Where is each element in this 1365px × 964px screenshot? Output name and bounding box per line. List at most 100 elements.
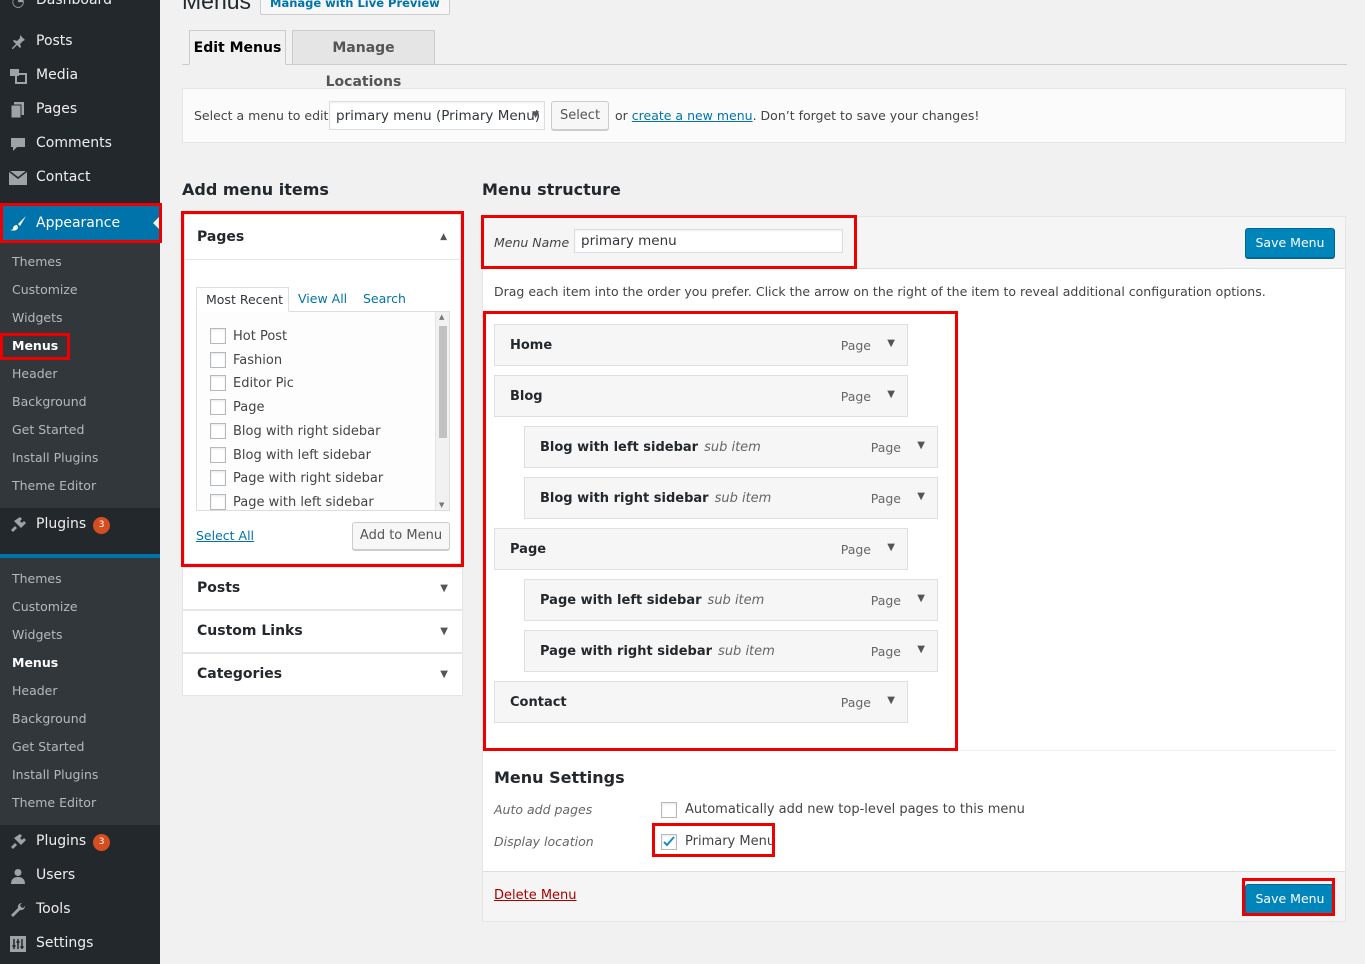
- tab-search[interactable]: Search: [363, 291, 406, 306]
- submenu-item-install-plugins[interactable]: Install Plugins: [12, 448, 98, 468]
- sidebar-item-pages[interactable]: Pages: [0, 93, 160, 127]
- submenu-item-widgets[interactable]: Widgets: [12, 308, 63, 328]
- menu-item[interactable]: Page with right sidebar sub item Page ▼: [524, 630, 938, 672]
- page-checkbox[interactable]: [210, 375, 226, 392]
- scroll-up-icon: ▲: [439, 313, 445, 321]
- submenu-item-install-plugins[interactable]: Install Plugins: [12, 765, 98, 785]
- submenu-item-customize[interactable]: Customize: [12, 597, 78, 617]
- menu-name-input[interactable]: primary menu: [574, 229, 843, 253]
- chevron-down-icon[interactable]: ▼: [917, 593, 925, 604]
- chevron-down-icon[interactable]: ▼: [887, 389, 895, 400]
- plugins-update-badge: 3: [93, 834, 111, 851]
- page-checkbox[interactable]: [210, 470, 226, 487]
- page-checkbox[interactable]: [210, 422, 226, 439]
- mail-icon: [9, 170, 27, 186]
- scrollbar-thumb[interactable]: [439, 326, 447, 438]
- menu-item[interactable]: Blog with left sidebar sub item Page ▼: [524, 426, 938, 468]
- submenu-item-background[interactable]: Background: [12, 709, 87, 729]
- submenu-item-header[interactable]: Header: [12, 364, 58, 384]
- sidebar-item-contact[interactable]: Contact: [0, 161, 160, 195]
- page-checkbox-label: Page: [233, 400, 265, 416]
- chevron-down-icon[interactable]: ▼: [887, 542, 895, 553]
- sidebar-item-users[interactable]: Users: [0, 859, 160, 893]
- menu-management: Menu Name primary menu Save Menu Drag ea…: [482, 216, 1346, 922]
- chevron-down-icon[interactable]: ▼: [917, 491, 925, 502]
- submenu-item-menus[interactable]: Menus: [12, 336, 58, 356]
- submenu-item-background[interactable]: Background: [12, 392, 87, 412]
- menu-footer-bar: Delete Menu Save Menu: [483, 871, 1345, 921]
- sidebar-item-tools[interactable]: Tools: [0, 893, 160, 927]
- sidebar-item-settings[interactable]: Settings: [0, 927, 160, 961]
- add-menu-items-heading: Add menu items: [182, 180, 329, 199]
- delete-menu-link[interactable]: Delete Menu: [494, 888, 577, 903]
- chevron-down-icon: ▼: [440, 626, 448, 637]
- sidebar-item-appearance[interactable]: Appearance: [0, 205, 160, 241]
- menu-item[interactable]: Home Page ▼: [494, 324, 908, 366]
- add-to-menu-button[interactable]: Add to Menu: [352, 522, 450, 550]
- submenu-item-theme-editor[interactable]: Theme Editor: [12, 793, 96, 813]
- page-checkbox-label: Fashion: [233, 352, 283, 368]
- submenu-item-get-started[interactable]: Get Started: [12, 737, 84, 757]
- create-new-menu-link[interactable]: create a new menu: [632, 108, 753, 123]
- chevron-down-icon: ▼: [440, 583, 448, 594]
- custom-links-panel-header[interactable]: Custom Links ▼: [182, 610, 463, 653]
- plugins-update-badge: 3: [93, 517, 111, 534]
- submenu-item-customize[interactable]: Customize: [12, 280, 78, 300]
- tab-view-all[interactable]: View All: [298, 291, 347, 306]
- save-menu-button-bottom[interactable]: Save Menu: [1245, 884, 1335, 914]
- page-checkbox[interactable]: [210, 493, 226, 510]
- sidebar-item-posts[interactable]: Posts: [0, 25, 160, 59]
- submenu-item-theme-editor[interactable]: Theme Editor: [12, 476, 96, 496]
- page-checkbox[interactable]: [210, 446, 226, 463]
- page-checkbox-label: Blog with right sidebar: [233, 423, 381, 439]
- save-menu-button-top[interactable]: Save Menu: [1245, 228, 1335, 258]
- pages-panel-header[interactable]: Pages ▲: [185, 215, 460, 260]
- sidebar-item-plugins[interactable]: Plugins 3: [0, 508, 160, 542]
- page-checkbox[interactable]: [210, 328, 226, 344]
- page-checkbox-label: Page with left sidebar: [233, 494, 374, 510]
- live-preview-button[interactable]: Manage with Live Preview: [260, 0, 450, 15]
- submenu-item-themes[interactable]: Themes: [12, 252, 62, 272]
- menu-item[interactable]: Page Page ▼: [494, 528, 908, 570]
- comments-icon: [9, 136, 27, 152]
- tab-manage-locations[interactable]: Manage Locations: [292, 30, 435, 90]
- chevron-down-icon[interactable]: ▼: [917, 644, 925, 655]
- menu-item[interactable]: Blog Page ▼: [494, 375, 908, 417]
- sidebar-item-dashboard[interactable]: ◔ Dashboard: [0, 0, 160, 18]
- submenu-item-menus[interactable]: Menus: [12, 653, 58, 673]
- menu-select-bar: Select a menu to edit: primary menu (Pri…: [182, 88, 1346, 143]
- page-checkbox[interactable]: [210, 399, 226, 416]
- menu-settings-heading: Menu Settings: [494, 768, 625, 787]
- auto-add-pages-checkbox[interactable]: [661, 802, 677, 818]
- pages-icon: [9, 102, 27, 118]
- brush-icon: [9, 215, 27, 231]
- tab-most-recent[interactable]: Most Recent: [196, 287, 289, 312]
- sidebar-item-comments[interactable]: Comments: [0, 127, 160, 161]
- plugin-icon: [9, 517, 27, 533]
- chevron-down-icon[interactable]: ▼: [887, 338, 895, 349]
- select-menu-button[interactable]: Select: [551, 101, 609, 130]
- chevron-down-icon: ▼: [532, 110, 539, 120]
- scroll-down-icon: ▼: [439, 501, 445, 509]
- sidebar-item-plugins-2[interactable]: Plugins 3: [0, 825, 160, 859]
- primary-menu-checkbox[interactable]: [661, 834, 677, 850]
- select-all-link[interactable]: Select All: [196, 528, 254, 543]
- page-checkbox[interactable]: [210, 351, 226, 368]
- submenu-item-header[interactable]: Header: [12, 681, 58, 701]
- tab-edit-menus[interactable]: Edit Menus: [189, 30, 286, 65]
- chevron-up-icon: ▲: [440, 232, 447, 242]
- chevron-down-icon[interactable]: ▼: [887, 695, 895, 706]
- scrollbar[interactable]: ▲ ▼: [435, 312, 449, 510]
- menu-structure-heading: Menu structure: [482, 180, 621, 199]
- menu-select-dropdown[interactable]: primary menu (Primary Menu) ▼: [329, 101, 545, 130]
- menu-item[interactable]: Contact Page ▼: [494, 681, 908, 723]
- menu-item[interactable]: Page with left sidebar sub item Page ▼: [524, 579, 938, 621]
- posts-panel-header[interactable]: Posts ▼: [182, 567, 463, 610]
- submenu-item-themes[interactable]: Themes: [12, 569, 62, 589]
- sidebar-item-media[interactable]: Media: [0, 59, 160, 93]
- submenu-item-get-started[interactable]: Get Started: [12, 420, 84, 440]
- categories-panel-header[interactable]: Categories ▼: [182, 653, 463, 696]
- menu-item[interactable]: Blog with right sidebar sub item Page ▼: [524, 477, 938, 519]
- chevron-down-icon[interactable]: ▼: [917, 440, 925, 451]
- submenu-item-widgets[interactable]: Widgets: [12, 625, 63, 645]
